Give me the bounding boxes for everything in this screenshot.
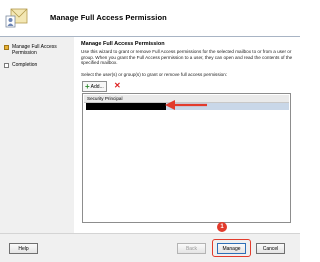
step-manage-full-access[interactable]: Manage Full Access Permission [4,44,72,56]
security-principal-list[interactable]: Security Principal [82,93,291,223]
page-title: Manage Full Access Permission [50,13,167,22]
wizard-footer: Help Back Manage Cancel [0,233,300,262]
step-label: Manage Full Access Permission [12,44,57,56]
description-text: Use this wizard to grant or remove Full … [81,49,293,66]
wizard-steps-sidebar: Manage Full Access Permission Completion [0,37,74,233]
manage-highlight-box [212,239,251,257]
add-label: Add... [90,83,104,90]
plus-icon: + [85,81,90,91]
section-title: Manage Full Access Permission [81,41,165,47]
main-content: Manage Full Access Permission Use this w… [78,37,294,233]
add-button[interactable]: + Add... [82,81,107,92]
wizard-icon [5,8,28,28]
remove-icon[interactable]: ✕ [114,81,121,90]
redacted-principal-name [86,103,166,110]
cancel-button[interactable]: Cancel [256,243,285,254]
wizard-header: Manage Full Access Permission [0,0,300,37]
pending-step-icon [4,63,9,68]
back-button[interactable]: Back [177,243,206,254]
column-header-label: Security Principal [87,96,123,101]
active-step-icon [4,45,9,50]
annotation-arrow-icon [165,100,207,110]
step-completion[interactable]: Completion [4,62,72,68]
step-label: Completion [12,62,38,68]
step-number-badge: 1 [217,222,227,232]
help-button[interactable]: Help [9,243,38,254]
select-instruction: Select the user(s) or group(s) to grant … [81,72,228,77]
